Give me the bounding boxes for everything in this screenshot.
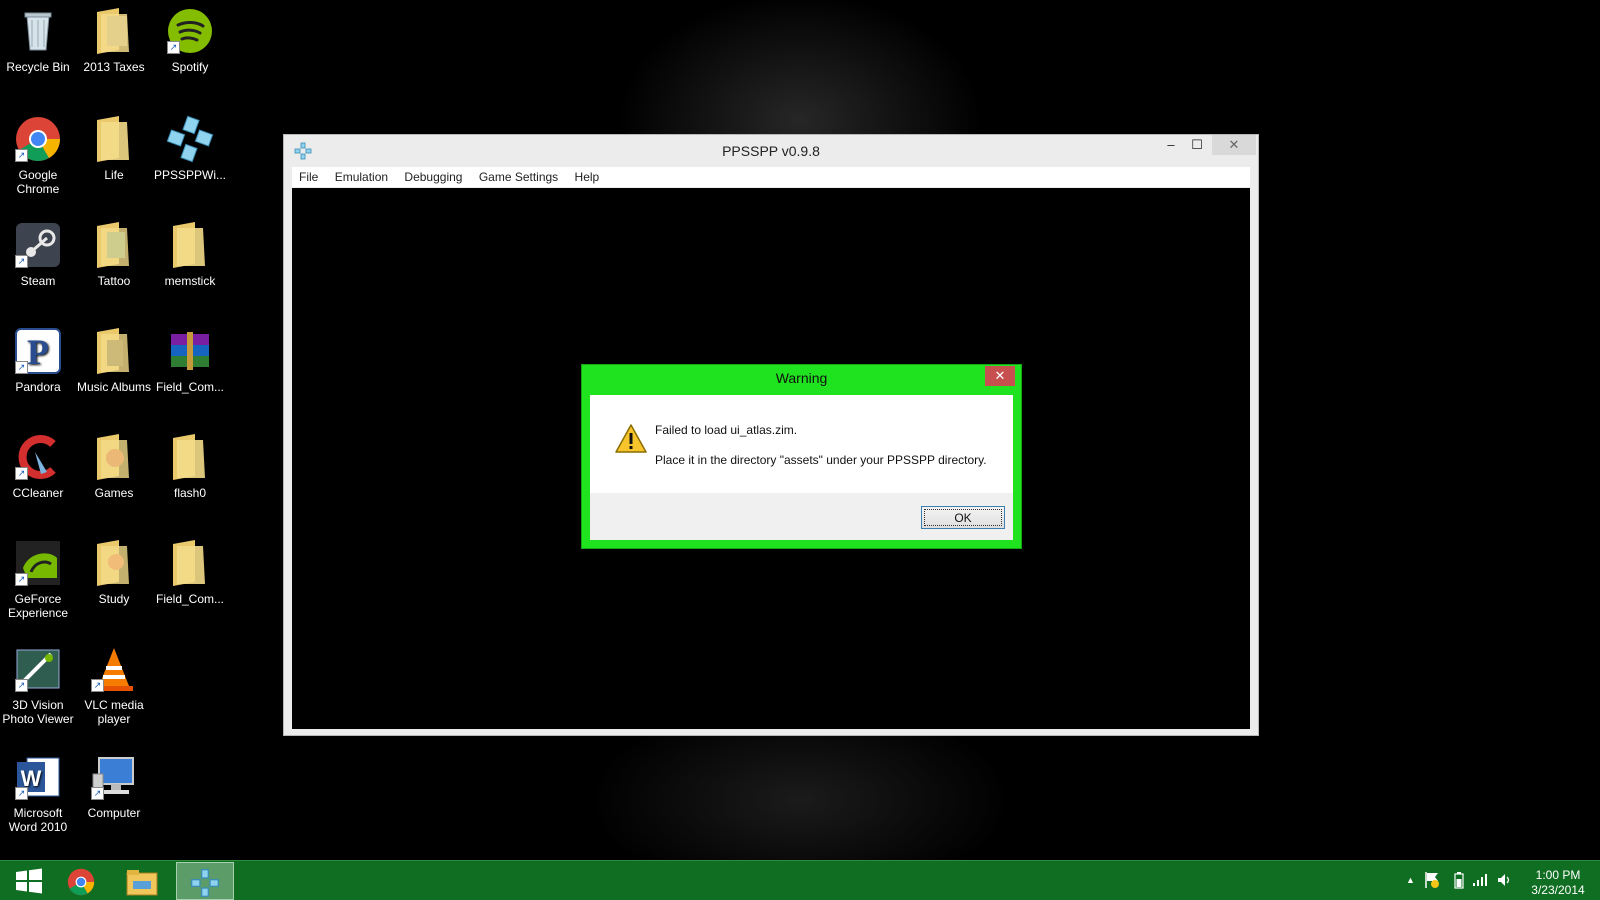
- desktop-icon-steam[interactable]: ↗ Steam: [0, 220, 76, 288]
- maximize-button[interactable]: ☐: [1184, 135, 1210, 155]
- menu-emulation[interactable]: Emulation: [328, 167, 394, 184]
- desktop-icon-computer[interactable]: ↗ Computer: [76, 752, 152, 820]
- desktop-icon-microsoft-word-2010[interactable]: W ↗ Microsoft Word 2010: [0, 752, 76, 834]
- action-center-flag-icon[interactable]: [1424, 871, 1440, 892]
- shortcut-arrow-icon: ↗: [15, 467, 28, 480]
- 3d-vision-icon: ↗: [13, 644, 63, 694]
- desktop-icon-spotify[interactable]: ↗ Spotify: [152, 6, 228, 74]
- ppsspp-icon: [165, 114, 215, 164]
- start-button[interactable]: [0, 862, 58, 900]
- window-close-button[interactable]: ✕: [1212, 135, 1256, 155]
- desktop-icon-flash0[interactable]: flash0: [152, 432, 228, 500]
- desktop-icon-tattoo[interactable]: Tattoo: [76, 220, 152, 288]
- taskbar-file-explorer[interactable]: [113, 862, 171, 900]
- window-titlebar[interactable]: PPSSPP v0.9.8 ‒ ☐ ✕: [284, 135, 1258, 167]
- svg-text:P: P: [27, 332, 49, 372]
- shortcut-arrow-icon: ↗: [15, 255, 28, 268]
- desktop-icon-memstick[interactable]: memstick: [152, 220, 228, 288]
- folder-icon: [89, 326, 139, 376]
- clock-date: 3/23/2014: [1531, 883, 1585, 897]
- desktop-icon-music-albums[interactable]: Music Albums: [76, 326, 152, 394]
- desktop-icon-2013-taxes[interactable]: 2013 Taxes: [76, 6, 152, 74]
- folder-icon: [89, 6, 139, 56]
- desktop-icon-3d-vision-photo-viewer[interactable]: ↗ 3D Vision Photo Viewer: [0, 644, 76, 726]
- shortcut-arrow-icon: ↗: [91, 679, 104, 692]
- recycle-bin-icon: [13, 6, 63, 56]
- desktop-icon-field-com-archive[interactable]: Field_Com...: [152, 326, 228, 394]
- desktop-icon-ccleaner[interactable]: ↗ CCleaner: [0, 432, 76, 500]
- geforce-icon: ↗: [13, 538, 63, 588]
- menu-help[interactable]: Help: [568, 167, 606, 184]
- shortcut-arrow-icon: ↗: [15, 679, 28, 692]
- dialog-body: Failed to load ui_atlas.zim. Place it in…: [590, 395, 1013, 493]
- dialog-message-line1: Failed to load ui_atlas.zim.: [655, 423, 798, 437]
- taskbar: ▲ 1:00 PM 3/23/2014: [0, 860, 1600, 900]
- desktop-icon-games[interactable]: Games: [76, 432, 152, 500]
- warning-icon: [614, 423, 648, 455]
- chrome-icon: [67, 868, 95, 896]
- folder-icon: [165, 538, 215, 588]
- menu-debugging[interactable]: Debugging: [397, 167, 468, 184]
- chrome-icon: ↗: [13, 114, 63, 164]
- dialog-title: Warning: [775, 370, 828, 386]
- shortcut-arrow-icon: ↗: [15, 573, 28, 586]
- desktop-icon-google-chrome[interactable]: ↗ Google Chrome: [0, 114, 76, 196]
- minimize-button[interactable]: ‒: [1158, 135, 1184, 155]
- folder-icon: [89, 114, 139, 164]
- dialog-footer: OK: [590, 493, 1013, 540]
- menu-game-settings[interactable]: Game Settings: [472, 167, 564, 184]
- warning-dialog: Warning ✕ Failed to load ui_atlas.zim. P…: [581, 364, 1022, 549]
- taskbar-chrome[interactable]: [52, 862, 110, 900]
- tray-overflow-chevron-up-icon[interactable]: ▲: [1406, 875, 1415, 885]
- menu-file[interactable]: File: [292, 167, 324, 184]
- ppsspp-icon: [191, 869, 219, 897]
- clock-time: 1:00 PM: [1535, 868, 1581, 882]
- folder-icon: [165, 220, 215, 270]
- vlc-icon: ↗: [89, 644, 139, 694]
- computer-icon: ↗: [89, 752, 139, 802]
- shortcut-arrow-icon: ↗: [167, 41, 180, 54]
- shortcut-arrow-icon: ↗: [15, 361, 28, 374]
- network-signal-icon[interactable]: [1472, 873, 1488, 890]
- desktop-icon-ppssppwindows[interactable]: PPSSPPWi...: [152, 114, 228, 182]
- folder-icon: [165, 432, 215, 482]
- desktop-icon-vlc-media-player[interactable]: ↗ VLC media player: [76, 644, 152, 726]
- desktop-icon-geforce-experience[interactable]: ↗ GeForce Experience: [0, 538, 76, 620]
- desktop-icon-pandora[interactable]: P ↗ Pandora: [0, 326, 76, 394]
- file-explorer-icon: [126, 870, 158, 896]
- shortcut-arrow-icon: ↗: [15, 787, 28, 800]
- windows-logo-icon: [16, 868, 42, 894]
- steam-icon: ↗: [13, 220, 63, 270]
- ccleaner-icon: ↗: [13, 432, 63, 482]
- folder-icon: [89, 432, 139, 482]
- battery-icon[interactable]: [1454, 871, 1464, 892]
- shortcut-arrow-icon: ↗: [15, 149, 28, 162]
- volume-speaker-icon[interactable]: [1496, 872, 1512, 891]
- winrar-archive-icon: [165, 326, 215, 376]
- word-icon: W ↗: [13, 752, 63, 802]
- dialog-close-button[interactable]: ✕: [985, 366, 1015, 386]
- desktop-icon-field-com-folder[interactable]: Field_Com...: [152, 538, 228, 606]
- desktop-icon-recycle-bin[interactable]: Recycle Bin: [0, 6, 76, 74]
- menu-bar: File Emulation Debugging Game Settings H…: [292, 167, 1250, 187]
- desktop-icon-study[interactable]: Study: [76, 538, 152, 606]
- shortcut-arrow-icon: ↗: [91, 787, 104, 800]
- dialog-message-line2: Place it in the directory "assets" under…: [655, 453, 987, 467]
- system-clock[interactable]: 1:00 PM 3/23/2014: [1524, 868, 1592, 898]
- window-title: PPSSPP v0.9.8: [722, 143, 820, 159]
- desktop-icon-life[interactable]: Life: [76, 114, 152, 182]
- taskbar-ppsspp[interactable]: [176, 862, 234, 900]
- pandora-icon: P ↗: [13, 326, 63, 376]
- ok-button[interactable]: OK: [921, 506, 1005, 529]
- folder-icon: [89, 538, 139, 588]
- spotify-icon: ↗: [165, 6, 215, 56]
- folder-icon: [89, 220, 139, 270]
